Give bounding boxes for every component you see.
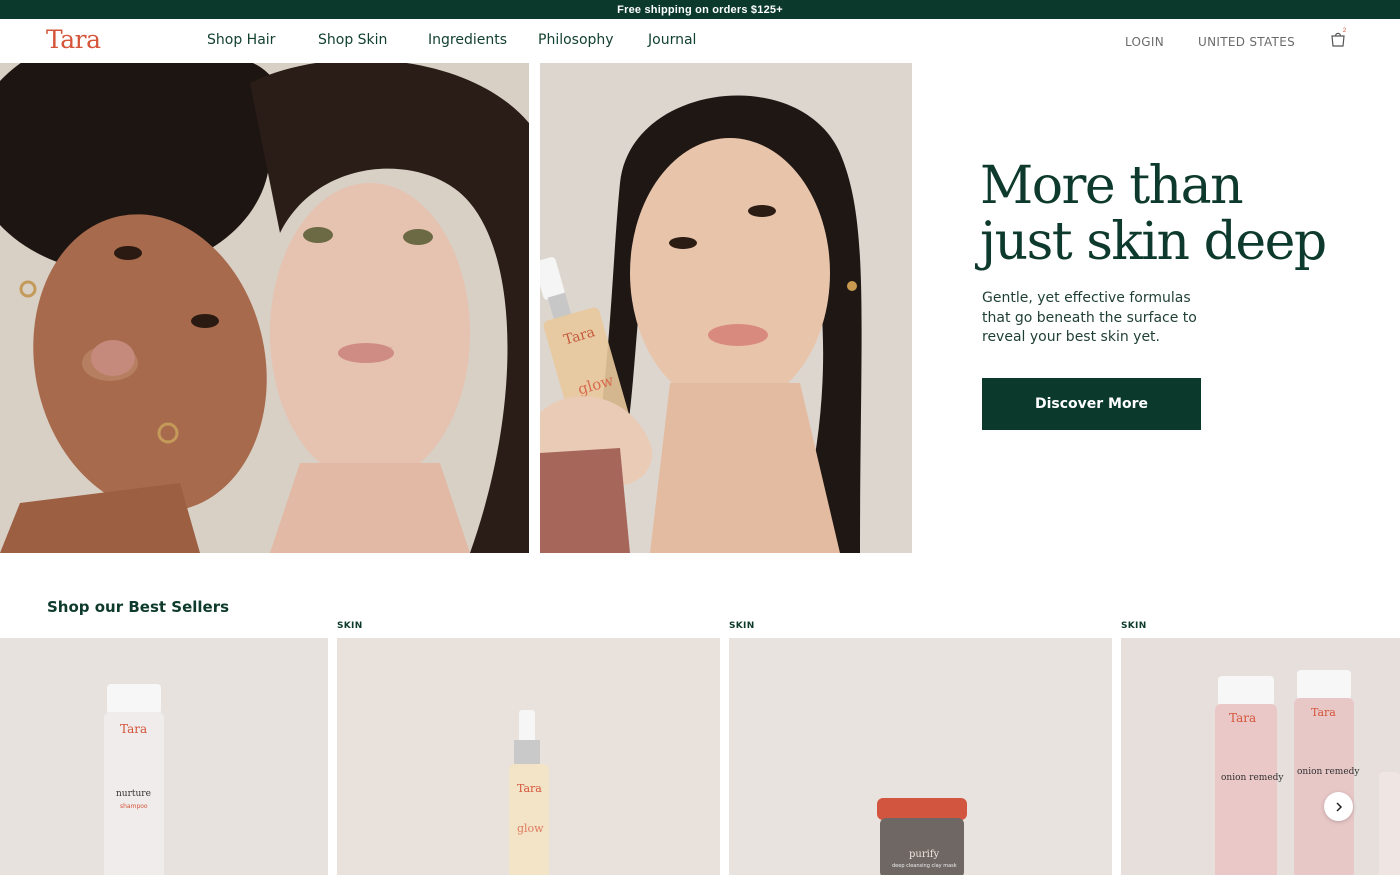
svg-text:Tara: Tara (517, 782, 542, 795)
discover-more-button[interactable]: Discover More (982, 378, 1201, 430)
svg-text:shampoo: shampoo (120, 803, 148, 810)
svg-text:Tara: Tara (120, 722, 147, 736)
chevron-right-icon (1335, 801, 1342, 812)
carousel-next-button[interactable] (1324, 792, 1353, 821)
hero-subtitle: Gentle, yet effective formulas that go b… (982, 290, 1197, 345)
hero-image-model-with-serum: Tara glow (540, 63, 912, 553)
hero-title-line-2: just skin deep (980, 212, 1327, 272)
cart-button[interactable]: 2 (1330, 28, 1348, 49)
login-link[interactable]: LOGIN (1125, 35, 1164, 49)
product-card-purify[interactable]: purify deep cleansing clay mask (729, 638, 1112, 875)
region-selector[interactable]: UNITED STATES (1198, 35, 1295, 49)
product-card-onion-remedy[interactable]: Tara onion remedy Tara onion remedy (1121, 638, 1400, 875)
svg-text:Tara: Tara (1311, 706, 1336, 719)
svg-text:onion remedy: onion remedy (1297, 767, 1360, 777)
hero-title: More than just skin deep (980, 158, 1340, 270)
site-header: Tara Shop Hair Shop Skin Ingredients Phi… (0, 19, 1400, 63)
best-sellers-title: Shop our Best Sellers (47, 598, 230, 616)
nav-journal[interactable]: Journal (648, 32, 696, 48)
nav-ingredients[interactable]: Ingredients (428, 32, 507, 48)
announcement-bar: Free shipping on orders $125+ (0, 0, 1400, 19)
product-card-nurture[interactable]: Tara nurture shampoo (0, 638, 328, 875)
nav-shop-hair[interactable]: Shop Hair (207, 32, 275, 48)
product-tag: SKIN (1121, 621, 1147, 631)
product-tag: SKIN (337, 621, 363, 631)
hero-title-line-1: More than (980, 156, 1244, 216)
product-tag: SKIN (729, 621, 755, 631)
announcement-text: Free shipping on orders $125+ (617, 3, 783, 16)
brand-logo[interactable]: Tara (46, 25, 101, 54)
svg-text:glow: glow (517, 822, 544, 835)
svg-text:deep cleansing clay mask: deep cleansing clay mask (892, 863, 957, 869)
svg-text:nurture: nurture (116, 789, 151, 799)
cart-count-badge: 2 (1341, 28, 1348, 35)
nav-philosophy[interactable]: Philosophy (538, 32, 614, 48)
svg-text:Tara: Tara (1229, 711, 1256, 725)
nav-shop-skin[interactable]: Shop Skin (318, 32, 387, 48)
product-card-glow[interactable]: Tara glow (337, 638, 720, 875)
svg-text:onion remedy: onion remedy (1221, 773, 1284, 783)
svg-text:purify: purify (909, 849, 940, 860)
hero-image-two-models (0, 63, 529, 553)
